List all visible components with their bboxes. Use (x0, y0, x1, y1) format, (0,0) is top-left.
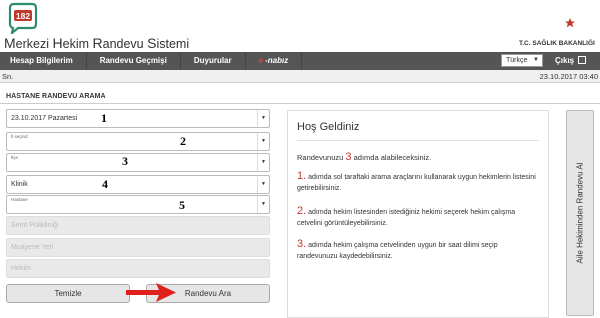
chevron-down-icon: ▼ (257, 133, 269, 150)
step-number: 3. (297, 238, 307, 250)
hastane-select[interactable]: Hastane ▼ (6, 195, 270, 214)
brand-rest: ekim (62, 37, 93, 51)
welcome-intro: Randevunuzu 3 adımda alabileceksiniz. (297, 151, 431, 163)
status-bar: Sn. 23.10.2017 03:40 (0, 70, 600, 83)
brand-rest: andevu (102, 37, 148, 51)
annotation-number: 1 (101, 111, 107, 125)
language-value: Türkçe (506, 57, 528, 64)
ministry-name: T.C. SAĞLIK BAKANLIĞI (519, 40, 595, 47)
chevron-down-icon: ▼ (257, 196, 269, 213)
intro-step-count: 3 (345, 151, 352, 163)
step-text: adımda hekim listesinden istediğiniz hek… (297, 209, 516, 227)
header: 182 Merkezi Hekim Randevu Sistemi T.C. S… (0, 0, 600, 52)
chevron-down-icon: ▼ (533, 57, 539, 63)
nav-e-nabiz[interactable]: e -nabız (246, 52, 303, 70)
chevron-down-icon: ▼ (257, 154, 269, 171)
annotation-number: 3 (122, 154, 128, 168)
family-doctor-label: Aile Hekiminden Randevu Al (575, 162, 585, 264)
e-nabiz-label: -nabız (265, 56, 289, 65)
welcome-title: Hoş Geldiniz (297, 121, 360, 133)
step-number: 2. (297, 205, 307, 217)
mhrs-logo-icon: 182 (8, 2, 38, 34)
il-label: İl seçiniz (11, 134, 29, 139)
arrow-right-icon (126, 283, 176, 302)
brand-cap: M (4, 35, 16, 51)
intro-after: adımda alabileceksiniz. (353, 153, 432, 162)
intro-before: Randevunuzu (297, 153, 344, 162)
brand-cap: H (52, 35, 63, 51)
family-doctor-appointment-button[interactable]: Aile Hekiminden Randevu Al (566, 110, 594, 316)
annotation-number: 2 (180, 134, 186, 148)
e-nabiz-icon: e (258, 56, 264, 65)
klinik-select[interactable]: Klinik ▼ (6, 175, 270, 194)
nav-duyurular[interactable]: Duyurular (181, 52, 246, 70)
logout-icon (578, 56, 587, 64)
nav-randevu-gecmisi[interactable]: Randevu Geçmişi (87, 52, 181, 70)
ilce-label: İlçe (11, 155, 19, 160)
section-divider (0, 103, 600, 104)
date-select[interactable]: 23.10.2017 Pazartesi ▼ (6, 109, 270, 128)
section-title: HASTANE RANDEVU ARAMA (6, 93, 106, 100)
brand-rest: istemi (156, 37, 190, 51)
hekim-select: Hekim (6, 259, 270, 278)
welcome-panel: Hoş Geldiniz Randevunuzu 3 adımda alabil… (287, 110, 549, 318)
user-greeting: Sn. (2, 72, 14, 81)
muayene-yeri-select: Muayene Yeri (6, 238, 270, 257)
current-datetime: 23.10.2017 03:40 (539, 72, 598, 81)
nav-hesap-bilgilerim[interactable]: Hesap Bilgilerim (0, 52, 87, 70)
muayene-value: Muayene Yeri (11, 244, 54, 251)
date-value: 23.10.2017 Pazartesi (11, 115, 78, 122)
il-select[interactable]: İl seçiniz ▼ (6, 132, 270, 151)
logo-number: 182 (16, 11, 30, 21)
semt-value: Semt Polikliniği (11, 222, 59, 229)
step-1: 1. adımda sol taraftaki arama araçlarını… (297, 171, 537, 194)
annotation-number: 5 (179, 198, 185, 212)
step-text: adımda hekim çalışma cetvelinden uygun b… (297, 242, 498, 260)
logout-button[interactable]: Çıkış (555, 52, 587, 70)
chevron-down-icon: ▼ (257, 110, 269, 127)
chevron-down-icon: ▼ (257, 176, 269, 193)
step-text: adımda sol taraftaki arama araçlarını ku… (297, 174, 536, 192)
step-2: 2. adımda hekim listesinden istediğiniz … (297, 206, 537, 229)
annotation-number: 4 (102, 177, 108, 191)
ilce-select[interactable]: İlçe ▼ (6, 153, 270, 172)
logout-label: Çıkış (555, 56, 575, 65)
step-3: 3. adımda hekim çalışma cetvelinden uygu… (297, 239, 537, 262)
brand-cap: R (92, 35, 103, 51)
hekim-value: Hekim (11, 265, 31, 272)
clear-button[interactable]: Temizle (6, 284, 130, 303)
klinik-value: Klinik (11, 181, 28, 188)
brand-title: Merkezi Hekim Randevu Sistemi (4, 35, 189, 51)
ministry-emblem-icon (555, 10, 575, 34)
semt-poliklinigi-select: Semt Polikliniği (6, 216, 270, 235)
hastane-label: Hastane (11, 197, 28, 202)
welcome-divider (297, 140, 539, 141)
step-number: 1. (297, 170, 307, 182)
language-select[interactable]: Türkçe ▼ (501, 54, 543, 67)
brand-rest: erkezi (15, 37, 53, 51)
